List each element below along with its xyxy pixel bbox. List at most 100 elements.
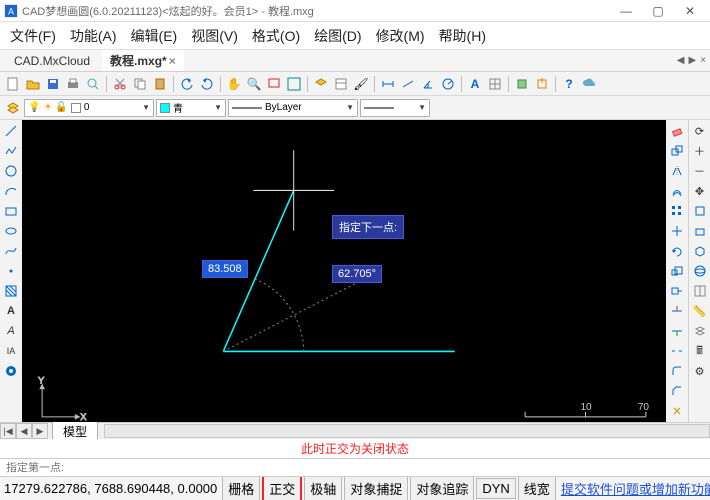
spline-icon[interactable] <box>2 242 20 260</box>
tab-close-all-icon[interactable]: × <box>700 55 706 66</box>
drawing-canvas[interactable]: Y X 10 70 83.508 62.705° 指定下一点: <box>22 120 666 422</box>
layer-manager-icon[interactable] <box>4 99 22 117</box>
layers-panel-icon[interactable] <box>691 322 709 340</box>
open-icon[interactable] <box>24 75 42 93</box>
rotate-icon[interactable] <box>668 242 686 260</box>
linetype-dropdown[interactable]: ByLayer ▼ <box>228 99 358 117</box>
undo-icon[interactable] <box>178 75 196 93</box>
erase-icon[interactable] <box>668 122 686 140</box>
measure-icon[interactable]: 📏 <box>691 302 709 320</box>
paste-icon[interactable] <box>151 75 169 93</box>
line-icon[interactable] <box>2 122 20 140</box>
break-icon[interactable] <box>668 342 686 360</box>
status-osnap[interactable]: 对象捕捉 <box>344 476 408 500</box>
dim-linear-icon[interactable] <box>379 75 397 93</box>
close-button[interactable]: ✕ <box>674 1 706 21</box>
cut-icon[interactable] <box>111 75 129 93</box>
status-otrack[interactable]: 对象追踪 <box>410 476 474 500</box>
dim-radius-icon[interactable] <box>439 75 457 93</box>
layer-icon[interactable] <box>312 75 330 93</box>
polyline-icon[interactable] <box>2 142 20 160</box>
view-top-icon[interactable] <box>691 202 709 220</box>
explode-icon[interactable] <box>668 402 686 420</box>
offset-icon[interactable] <box>668 182 686 200</box>
move-icon[interactable] <box>668 222 686 240</box>
menu-modify[interactable]: 修改(M) <box>370 23 431 49</box>
view-iso-icon[interactable] <box>691 242 709 260</box>
tab-nav-left-icon[interactable]: ◀ <box>677 55 685 66</box>
region-icon[interactable]: IA <box>2 342 20 360</box>
menu-file[interactable]: 文件(F) <box>4 23 62 49</box>
command-line[interactable] <box>0 458 710 476</box>
new-icon[interactable] <box>4 75 22 93</box>
calc-icon[interactable]: 🖩 <box>691 342 709 360</box>
tab-cloud[interactable]: CAD.MxCloud <box>6 52 98 70</box>
cloud-icon[interactable] <box>580 75 598 93</box>
color-dropdown[interactable]: 青 ▼ <box>156 99 226 117</box>
print-icon[interactable] <box>64 75 82 93</box>
array-icon[interactable] <box>668 202 686 220</box>
close-tab-icon[interactable]: × <box>169 54 176 68</box>
status-lwt[interactable]: 线宽 <box>518 476 556 500</box>
mtext-icon[interactable]: A <box>2 302 20 320</box>
donut-icon[interactable] <box>2 362 20 380</box>
match-icon[interactable]: 🖌 <box>352 75 370 93</box>
trim-icon[interactable] <box>668 302 686 320</box>
zoom-out-icon[interactable]: － <box>691 162 709 180</box>
arc-icon[interactable] <box>2 182 20 200</box>
rectangle-icon[interactable] <box>2 202 20 220</box>
scale-icon[interactable] <box>668 262 686 280</box>
status-grid[interactable]: 栅格 <box>222 476 260 500</box>
menu-func[interactable]: 功能(A) <box>64 23 123 49</box>
settings-icon[interactable]: ⚙ <box>691 362 709 380</box>
stretch-icon[interactable] <box>668 282 686 300</box>
hatch-icon[interactable] <box>2 282 20 300</box>
help-icon[interactable]: ? <box>560 75 578 93</box>
menu-format[interactable]: 格式(O) <box>246 23 306 49</box>
menu-edit[interactable]: 编辑(E) <box>125 23 184 49</box>
ellipse-icon[interactable] <box>2 222 20 240</box>
view-front-icon[interactable] <box>691 222 709 240</box>
feedback-link[interactable]: 提交软件问题或增加新功能 <box>557 479 710 498</box>
extend-icon[interactable] <box>668 322 686 340</box>
orbit-icon[interactable] <box>691 262 709 280</box>
status-dyn[interactable]: DYN <box>476 478 515 499</box>
chamfer-icon[interactable] <box>668 382 686 400</box>
block-icon[interactable] <box>513 75 531 93</box>
dtext-icon[interactable]: A <box>2 322 20 340</box>
menu-help[interactable]: 帮助(H) <box>433 23 492 49</box>
preview-icon[interactable] <box>84 75 102 93</box>
table-icon[interactable] <box>486 75 504 93</box>
dim-angular-icon[interactable] <box>419 75 437 93</box>
mirror-icon[interactable] <box>668 162 686 180</box>
zoom-window-icon[interactable] <box>265 75 283 93</box>
properties-icon[interactable] <box>332 75 350 93</box>
maximize-button[interactable]: ▢ <box>642 1 674 21</box>
lineweight-dropdown[interactable]: ▼ <box>360 99 430 117</box>
redo-icon[interactable] <box>198 75 216 93</box>
status-ortho[interactable]: 正交 <box>262 476 302 500</box>
insert-icon[interactable] <box>533 75 551 93</box>
fillet-icon[interactable] <box>668 362 686 380</box>
copy-obj-icon[interactable] <box>668 142 686 160</box>
save-icon[interactable] <box>44 75 62 93</box>
tab-first-icon[interactable]: |◀ <box>0 423 16 439</box>
minimize-button[interactable]: — <box>610 1 642 21</box>
regen-icon[interactable]: ⟳ <box>691 122 709 140</box>
menu-draw[interactable]: 绘图(D) <box>308 23 367 49</box>
text-icon[interactable]: A <box>466 75 484 93</box>
dim-aligned-icon[interactable] <box>399 75 417 93</box>
pan-icon[interactable]: ✋ <box>225 75 243 93</box>
copy-icon[interactable] <box>131 75 149 93</box>
status-polar[interactable]: 极轴 <box>304 476 342 500</box>
tab-nav-right-icon[interactable]: ▶ <box>688 55 696 66</box>
tab-tutorial[interactable]: 教程.mxg*× <box>102 50 184 71</box>
zoom-extents-icon[interactable] <box>285 75 303 93</box>
zoom-in-icon[interactable]: ＋ <box>691 142 709 160</box>
viewport-icon[interactable] <box>691 282 709 300</box>
menu-view[interactable]: 视图(V) <box>185 23 244 49</box>
zoom-icon[interactable]: 🔍 <box>245 75 263 93</box>
point-icon[interactable] <box>2 262 20 280</box>
pan-view-icon[interactable]: ✥ <box>691 182 709 200</box>
circle-icon[interactable] <box>2 162 20 180</box>
